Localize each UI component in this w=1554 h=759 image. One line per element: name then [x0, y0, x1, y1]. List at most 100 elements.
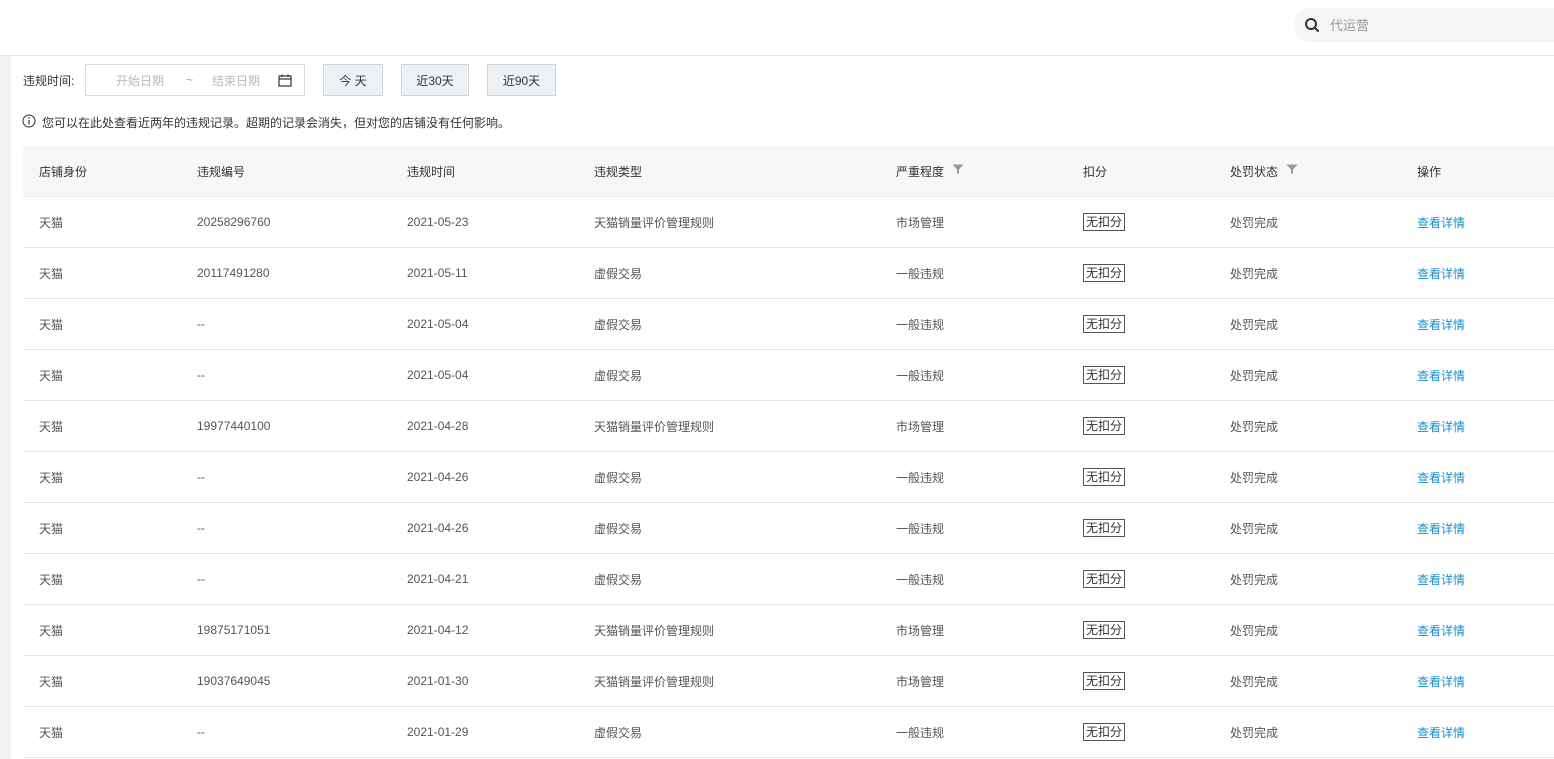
- table-row: 天猫 -- 2021-04-21 虚假交易 一般违规 无扣分 处罚完成 查看详情: [23, 554, 1554, 605]
- cell-points: 无扣分: [1067, 264, 1214, 282]
- cell-action: 查看详情: [1401, 367, 1554, 384]
- view-details-link[interactable]: 查看详情: [1417, 420, 1465, 434]
- table-row: 天猫 19875171051 2021-04-12 天猫销量评价管理规则 市场管…: [23, 605, 1554, 656]
- search-input[interactable]: [1328, 16, 1532, 34]
- table-header: 店铺身份 违规编号 违规时间 违规类型 严重程度 扣分 处罚状态 操作: [23, 146, 1554, 197]
- cell-action: 查看详情: [1401, 724, 1554, 741]
- cell-points: 无扣分: [1067, 621, 1214, 639]
- points-badge: 无扣分: [1083, 417, 1126, 435]
- header-date: 违规时间: [407, 164, 456, 179]
- table-row: 天猫 -- 2021-05-04 虚假交易 一般违规 无扣分 处罚完成 查看详情: [23, 350, 1554, 401]
- cell-severity: 一般违规: [896, 725, 945, 740]
- cell-id: 20258296760: [197, 215, 271, 229]
- search-box[interactable]: [1294, 8, 1554, 42]
- table-row: 天猫 19977440100 2021-04-28 天猫销量评价管理规则 市场管…: [23, 401, 1554, 452]
- view-details-link[interactable]: 查看详情: [1417, 522, 1465, 536]
- cell-shop: 天猫: [39, 572, 64, 587]
- view-details-link[interactable]: 查看详情: [1417, 675, 1465, 689]
- today-button[interactable]: 今 天: [323, 64, 383, 96]
- view-details-link[interactable]: 查看详情: [1417, 318, 1465, 332]
- last-90-days-button[interactable]: 近90天: [487, 64, 556, 96]
- view-details-link[interactable]: 查看详情: [1417, 573, 1465, 587]
- cell-status: 处罚完成: [1230, 419, 1279, 434]
- cell-id: 19875171051: [197, 623, 271, 637]
- view-details-link[interactable]: 查看详情: [1417, 471, 1465, 485]
- cell-action: 查看详情: [1401, 520, 1554, 537]
- cell-points: 无扣分: [1067, 672, 1214, 690]
- date-range-picker[interactable]: 开始日期 ~ 结束日期: [85, 64, 305, 96]
- cell-id: 20117491280: [197, 266, 270, 280]
- cell-severity: 一般违规: [896, 266, 945, 281]
- cell-date: 2021-04-12: [407, 623, 469, 637]
- view-details-link[interactable]: 查看详情: [1417, 216, 1465, 230]
- cell-type: 虚假交易: [594, 266, 643, 281]
- view-details-link[interactable]: 查看详情: [1417, 369, 1465, 383]
- table-row: 天猫 20258296760 2021-05-23 天猫销量评价管理规则 市场管…: [23, 197, 1554, 248]
- cell-id: --: [197, 725, 205, 739]
- cell-type: 虚假交易: [594, 368, 643, 383]
- cell-type: 天猫销量评价管理规则: [594, 674, 715, 689]
- cell-shop: 天猫: [39, 368, 64, 383]
- last-30-days-button[interactable]: 近30天: [401, 64, 469, 96]
- points-badge: 无扣分: [1083, 570, 1126, 588]
- search-icon[interactable]: [1304, 17, 1320, 33]
- points-badge: 无扣分: [1083, 621, 1126, 639]
- end-date-input[interactable]: 结束日期: [212, 72, 260, 89]
- cell-shop: 天猫: [39, 215, 64, 230]
- cell-date: 2021-04-28: [407, 419, 469, 433]
- points-badge: 无扣分: [1083, 468, 1126, 486]
- cell-status: 处罚完成: [1230, 470, 1279, 485]
- points-badge: 无扣分: [1083, 315, 1126, 333]
- cell-date: 2021-01-29: [407, 725, 469, 739]
- cell-type: 虚假交易: [594, 521, 643, 536]
- violations-table: 店铺身份 违规编号 违规时间 违规类型 严重程度 扣分 处罚状态 操作 天猫 2…: [23, 146, 1554, 758]
- view-details-link[interactable]: 查看详情: [1417, 726, 1465, 740]
- date-separator: ~: [186, 73, 194, 87]
- cell-action: 查看详情: [1401, 673, 1554, 690]
- header-shop: 店铺身份: [39, 164, 88, 179]
- filter-icon[interactable]: [1286, 164, 1298, 178]
- header-points: 扣分: [1083, 164, 1108, 179]
- points-badge: 无扣分: [1083, 723, 1126, 741]
- cell-severity: 市场管理: [896, 419, 945, 434]
- cell-date: 2021-05-23: [407, 215, 469, 229]
- cell-action: 查看详情: [1401, 622, 1554, 639]
- cell-shop: 天猫: [39, 266, 64, 281]
- cell-shop: 天猫: [39, 317, 64, 332]
- cell-status: 处罚完成: [1230, 368, 1279, 383]
- cell-shop: 天猫: [39, 725, 64, 740]
- cell-status: 处罚完成: [1230, 674, 1279, 689]
- cell-severity: 一般违规: [896, 368, 945, 383]
- cell-date: 2021-01-30: [407, 674, 469, 688]
- view-details-link[interactable]: 查看详情: [1417, 267, 1465, 281]
- cell-date: 2021-05-04: [407, 317, 469, 331]
- table-row: 天猫 -- 2021-04-26 虚假交易 一般违规 无扣分 处罚完成 查看详情: [23, 503, 1554, 554]
- cell-points: 无扣分: [1067, 417, 1214, 435]
- cell-severity: 市场管理: [896, 674, 945, 689]
- cell-status: 处罚完成: [1230, 215, 1279, 230]
- cell-type: 天猫销量评价管理规则: [594, 623, 715, 638]
- filter-row: 违规时间: 开始日期 ~ 结束日期 今 天 近30天 近90天: [23, 63, 556, 97]
- table-row: 天猫 -- 2021-01-29 虚假交易 一般违规 无扣分 处罚完成 查看详情: [23, 707, 1554, 758]
- cell-id: 19977440100: [197, 419, 271, 433]
- notice-text: 您可以在此处查看近两年的违规记录。超期的记录会消失，但对您的店铺没有任何影响。: [42, 115, 511, 130]
- points-badge: 无扣分: [1083, 213, 1126, 231]
- filter-label: 违规时间:: [23, 73, 75, 88]
- filter-icon[interactable]: [952, 164, 964, 178]
- start-date-input[interactable]: 开始日期: [116, 72, 164, 89]
- cell-severity: 一般违规: [896, 572, 945, 587]
- calendar-icon[interactable]: [278, 74, 292, 90]
- cell-status: 处罚完成: [1230, 725, 1279, 740]
- cell-shop: 天猫: [39, 470, 64, 485]
- view-details-link[interactable]: 查看详情: [1417, 624, 1465, 638]
- cell-status: 处罚完成: [1230, 623, 1279, 638]
- top-bar: [0, 0, 1554, 56]
- cell-action: 查看详情: [1401, 316, 1554, 333]
- notice: 您可以在此处查看近两年的违规记录。超期的记录会消失，但对您的店铺没有任何影响。: [22, 114, 510, 130]
- cell-date: 2021-04-26: [407, 470, 469, 484]
- cell-shop: 天猫: [39, 419, 64, 434]
- table-row: 天猫 -- 2021-05-04 虚假交易 一般违规 无扣分 处罚完成 查看详情: [23, 299, 1554, 350]
- cell-type: 天猫销量评价管理规则: [594, 215, 715, 230]
- header-status-cell: 处罚状态: [1214, 163, 1401, 180]
- cell-type: 虚假交易: [594, 572, 643, 587]
